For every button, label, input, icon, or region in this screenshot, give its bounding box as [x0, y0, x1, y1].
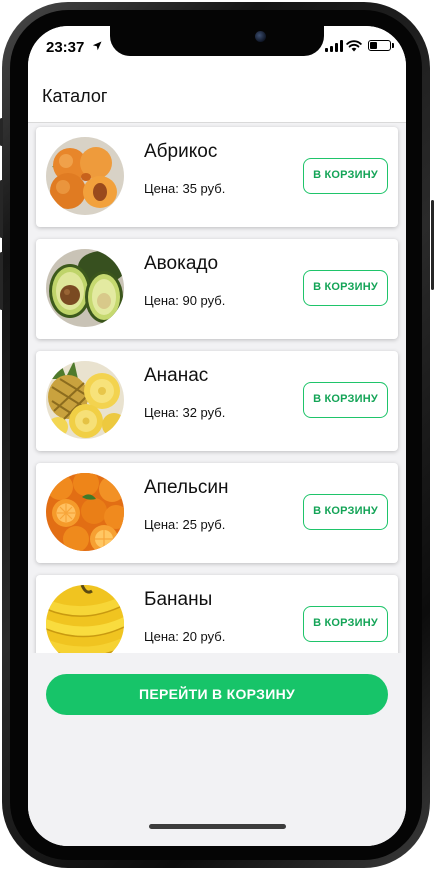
volume-up-button — [0, 180, 3, 238]
product-name: Бананы — [144, 589, 213, 610]
product-price: Цена: 35 руб. — [144, 181, 226, 196]
product-card: Апельсин Цена: 25 руб. В КОРЗИНУ — [36, 463, 398, 563]
mute-switch — [0, 118, 3, 146]
product-name: Апельсин — [144, 477, 229, 498]
product-price: Цена: 25 руб. — [144, 517, 226, 532]
apricot-image — [46, 137, 124, 215]
location-arrow-icon — [92, 41, 102, 51]
add-to-cart-button[interactable]: В КОРЗИНУ — [303, 494, 388, 530]
cellular-signal-icon — [325, 40, 343, 52]
product-card: Авокадо Цена: 90 руб. В КОРЗИНУ — [36, 239, 398, 339]
app-header: Каталог — [28, 70, 406, 123]
home-indicator[interactable] — [149, 824, 286, 829]
product-name: Абрикос — [144, 141, 218, 162]
app-screen: 23:37 Каталог Абрикос Цена: 35 руб. В КО… — [28, 26, 406, 846]
banana-image — [46, 585, 124, 653]
add-to-cart-button[interactable]: В КОРЗИНУ — [303, 606, 388, 642]
pineapple-image — [46, 361, 124, 439]
battery-icon — [368, 40, 391, 51]
status-time: 23:37 — [46, 39, 85, 56]
product-price: Цена: 20 руб. — [144, 629, 226, 644]
product-price: Цена: 90 руб. — [144, 293, 226, 308]
notch — [110, 26, 324, 56]
go-to-cart-button[interactable]: ПЕРЕЙТИ В КОРЗИНУ — [46, 674, 388, 715]
orange-image — [46, 473, 124, 551]
avocado-image — [46, 249, 124, 327]
battery-cap — [392, 43, 394, 48]
bottom-panel: ПЕРЕЙТИ В КОРЗИНУ — [28, 653, 406, 846]
add-to-cart-button[interactable]: В КОРЗИНУ — [303, 270, 388, 306]
front-camera — [255, 31, 266, 42]
add-to-cart-button[interactable]: В КОРЗИНУ — [303, 158, 388, 194]
product-price: Цена: 32 руб. — [144, 405, 226, 420]
page-title: Каталог — [42, 86, 108, 106]
product-name: Авокадо — [144, 253, 219, 274]
wifi-icon — [346, 40, 362, 52]
product-card: Абрикос Цена: 35 руб. В КОРЗИНУ — [36, 127, 398, 227]
product-list[interactable]: Абрикос Цена: 35 руб. В КОРЗИНУ Авокадо … — [28, 123, 406, 653]
add-to-cart-button[interactable]: В КОРЗИНУ — [303, 382, 388, 418]
product-card: Бананы Цена: 20 руб. В КОРЗИНУ — [36, 575, 398, 653]
product-card: Ананас Цена: 32 руб. В КОРЗИНУ — [36, 351, 398, 451]
product-name: Ананас — [144, 365, 209, 386]
volume-down-button — [0, 252, 3, 310]
